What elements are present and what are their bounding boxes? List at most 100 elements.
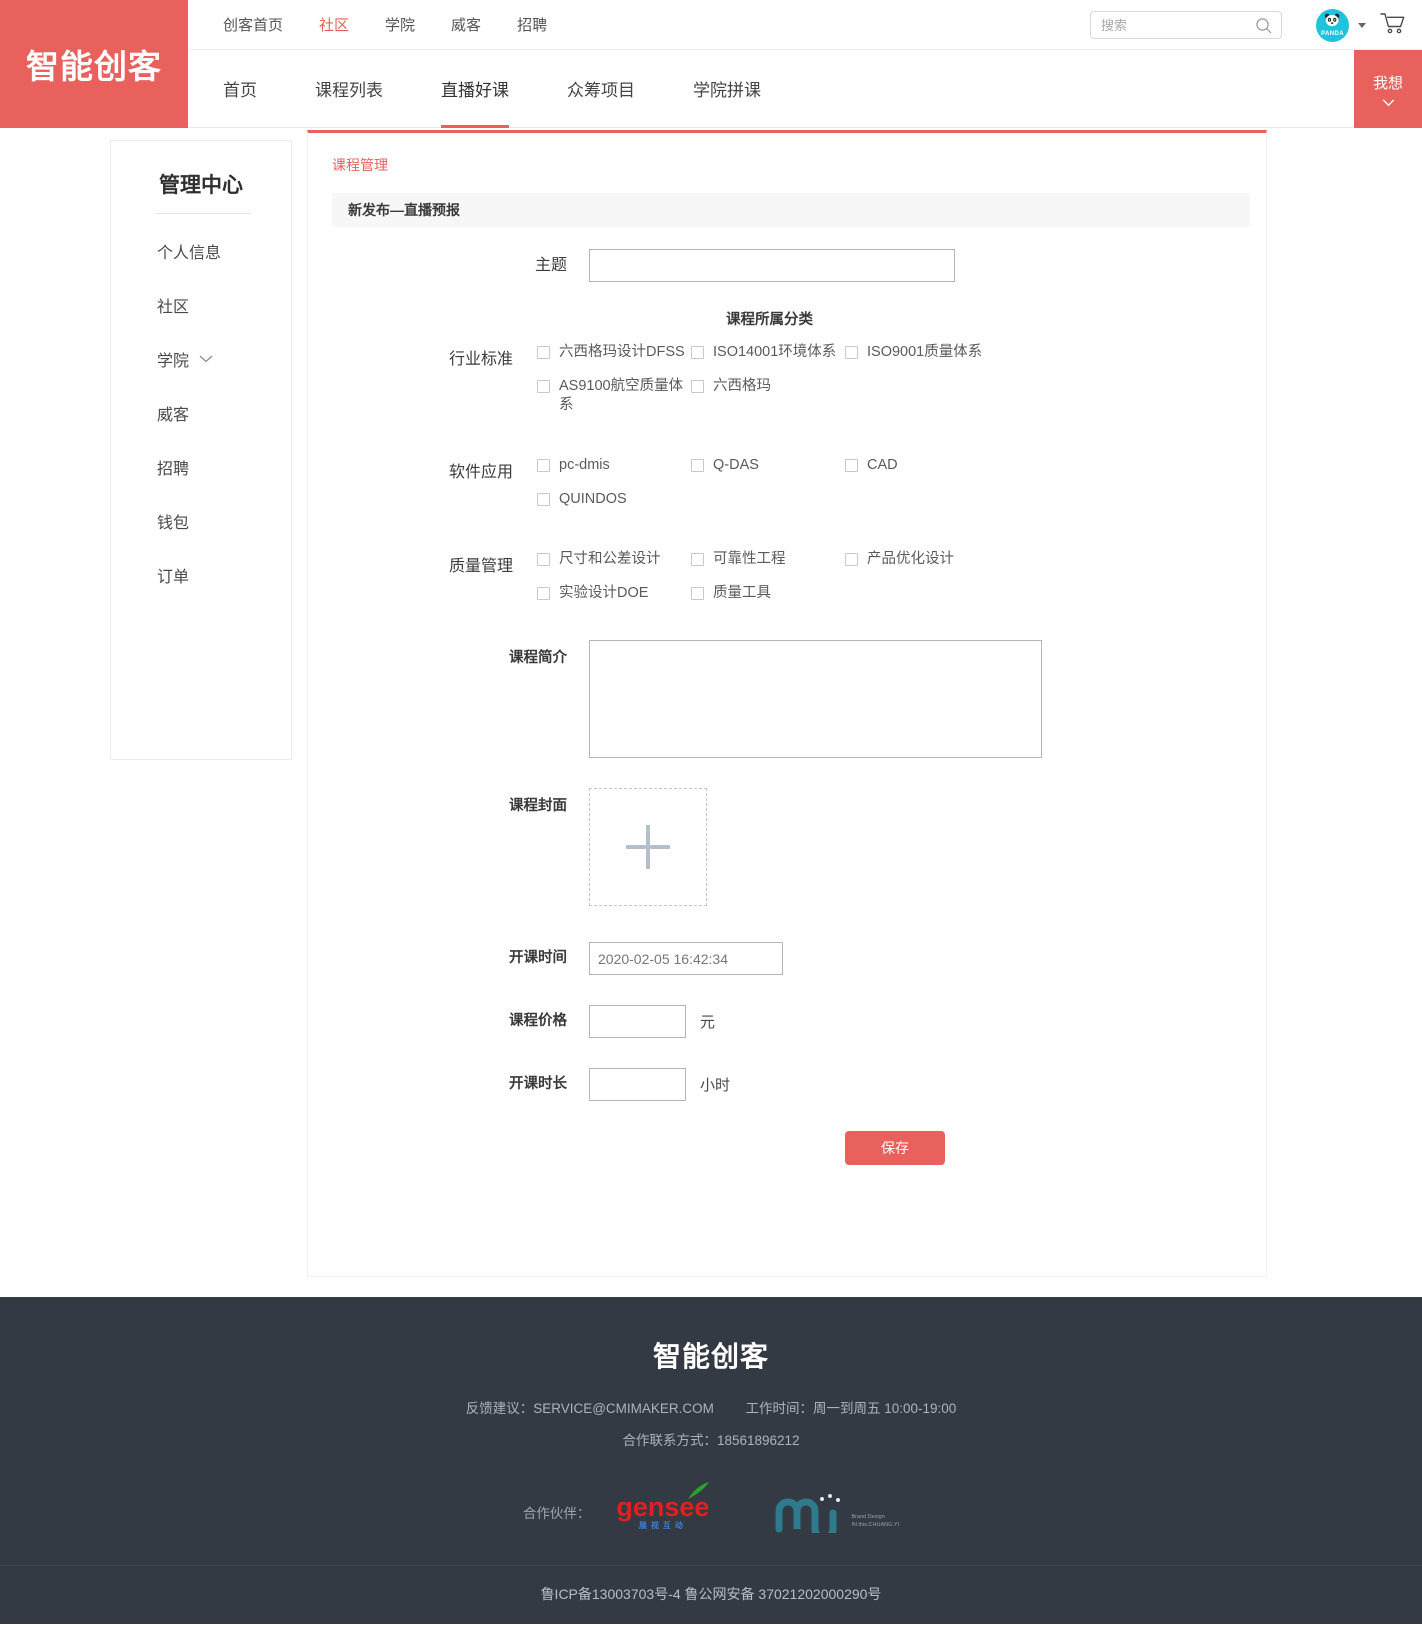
topnav-item-academy[interactable]: 学院: [385, 14, 415, 35]
i-want-label: 我想: [1372, 74, 1403, 92]
logo-text: 智能创客: [26, 48, 162, 85]
checkbox-box[interactable]: [691, 459, 704, 472]
gensee-logo[interactable]: gensee 展视互动: [616, 1482, 710, 1530]
checkbox-item[interactable]: 六西格玛设计DFSS: [537, 343, 691, 362]
checkbox-box[interactable]: [537, 493, 550, 506]
checkbox-box[interactable]: [845, 459, 858, 472]
checkbox-item[interactable]: 质量工具: [691, 584, 845, 603]
checkbox-box[interactable]: [537, 380, 550, 393]
checkbox-box[interactable]: [537, 587, 550, 600]
checkbox-label: CAD: [867, 457, 898, 473]
checkbox-item[interactable]: ISO9001质量体系: [845, 343, 999, 362]
checkbox-label: 尺寸和公差设计: [559, 551, 661, 567]
sidebar-item-wallet[interactable]: 钱包: [111, 494, 291, 548]
mu-mark-icon: [775, 1494, 841, 1533]
sidebar-item-witkey[interactable]: 威客: [111, 386, 291, 440]
intro-textarea[interactable]: [589, 640, 1042, 758]
tab-course-list[interactable]: 课程列表: [315, 50, 383, 128]
checkbox-item[interactable]: ISO14001环境体系: [691, 343, 845, 362]
sidebar-item-label: 个人信息: [157, 245, 222, 262]
checkbox-label: 质量工具: [713, 585, 771, 601]
category-group-label: 行业标准: [448, 351, 513, 368]
checkbox-item[interactable]: 产品优化设计: [845, 550, 999, 569]
checkbox-label: 可靠性工程: [713, 551, 786, 567]
main-navigation: 首页 课程列表 直播好课 众筹项目 学院拼课 我想: [188, 50, 1422, 128]
top-right-actions: PANDA: [1090, 0, 1406, 50]
category-section-title: 课程所属分类: [726, 312, 813, 328]
tab-group-course[interactable]: 学院拼课: [693, 50, 761, 128]
price-input[interactable]: [589, 1005, 686, 1038]
checkbox-item[interactable]: 尺寸和公差设计: [537, 550, 691, 569]
subject-input[interactable]: [589, 249, 955, 282]
sidebar-item-label: 学院: [157, 353, 190, 370]
sidebar-item-community[interactable]: 社区: [111, 278, 291, 332]
cover-upload-area[interactable]: [589, 788, 707, 906]
checkbox-item[interactable]: 可靠性工程: [691, 550, 845, 569]
search-input[interactable]: [1091, 16, 1241, 34]
search-box[interactable]: [1090, 11, 1282, 39]
chevron-down-icon[interactable]: [1358, 22, 1366, 28]
intro-label: 课程简介: [509, 650, 567, 666]
checkbox-box[interactable]: [691, 346, 704, 359]
checkbox-item[interactable]: pc-dmis: [537, 456, 691, 475]
checkbox-box[interactable]: [691, 587, 704, 600]
checkbox-box[interactable]: [845, 553, 858, 566]
checkbox-label: 六西格玛设计DFSS: [559, 344, 685, 360]
price-unit: 元: [700, 1014, 716, 1031]
category-group-industry-standard: 行业标准 六西格玛设计DFSS ISO14001环境体系 ISO9001质量体系: [308, 343, 1266, 430]
sidebar-item-label: 订单: [157, 569, 190, 586]
footer-feedback: 反馈建议：SERVICE@CMIMAKER.COM: [465, 1401, 714, 1416]
save-button[interactable]: 保存: [845, 1131, 945, 1165]
cart-icon[interactable]: [1380, 11, 1406, 40]
sidebar-title: 管理中心: [159, 174, 243, 197]
checkbox-item[interactable]: Q-DAS: [691, 456, 845, 475]
start-time-label: 开课时间: [509, 950, 567, 966]
gensee-subtitle: 展视互动: [638, 1521, 687, 1530]
mu-logo[interactable]: Brand Design IN.this.CHUANG.YI: [773, 1491, 899, 1533]
category-group-software: 软件应用 pc-dmis Q-DAS CAD QUINDOS: [308, 456, 1266, 524]
checkbox-item[interactable]: QUINDOS: [537, 490, 691, 509]
checkbox-box[interactable]: [537, 459, 550, 472]
top-navigation: 创客首页 社区 学院 威客 招聘: [223, 14, 583, 35]
checkbox-label: AS9100航空质量体系: [559, 378, 684, 413]
chevron-down-icon: [1382, 98, 1394, 106]
checkbox-box[interactable]: [537, 346, 550, 359]
topnav-item-recruit[interactable]: 招聘: [517, 14, 547, 35]
checkbox-label: Q-DAS: [713, 457, 759, 473]
duration-input[interactable]: [589, 1068, 686, 1101]
tab-live-courses[interactable]: 直播好课: [441, 50, 509, 128]
tab-crowdfunding[interactable]: 众筹项目: [567, 50, 635, 128]
sidebar-item-academy[interactable]: 学院: [111, 332, 291, 386]
checkbox-box[interactable]: [691, 553, 704, 566]
topnav-item-community[interactable]: 社区: [319, 14, 349, 35]
avatar[interactable]: PANDA: [1316, 8, 1349, 42]
tab-home[interactable]: 首页: [223, 50, 257, 128]
avatar-label: PANDA: [1321, 30, 1344, 37]
sidebar-item-profile[interactable]: 个人信息: [111, 224, 291, 278]
checkbox-box[interactable]: [537, 553, 550, 566]
checkbox-box[interactable]: [691, 380, 704, 393]
checkbox-box[interactable]: [845, 346, 858, 359]
checkbox-label: 产品优化设计: [867, 551, 954, 567]
topnav-item-witkey[interactable]: 威客: [451, 14, 481, 35]
duration-label: 开课时长: [509, 1076, 567, 1092]
sidebar-item-orders[interactable]: 订单: [111, 548, 291, 602]
checkbox-label: 六西格玛: [713, 378, 771, 394]
i-want-button[interactable]: 我想: [1354, 50, 1422, 128]
checkbox-item[interactable]: 六西格玛: [691, 377, 845, 415]
cover-label: 课程封面: [509, 798, 567, 814]
duration-unit: 小时: [700, 1077, 731, 1094]
panda-icon: [1324, 13, 1340, 26]
checkbox-item[interactable]: CAD: [845, 456, 999, 475]
sidebar-divider: [155, 213, 251, 214]
top-bar: 创客首页 社区 学院 威客 招聘 搜索 PANDA: [188, 0, 1422, 50]
site-logo[interactable]: 智能创客: [0, 0, 188, 128]
checkbox-item[interactable]: 实验设计DOE: [537, 584, 691, 603]
breadcrumb[interactable]: 课程管理: [308, 133, 1266, 175]
sidebar-item-recruit[interactable]: 招聘: [111, 440, 291, 494]
start-time-input[interactable]: [589, 942, 783, 975]
subject-label: 主题: [534, 257, 567, 274]
checkbox-item[interactable]: AS9100航空质量体系: [537, 377, 691, 415]
search-icon[interactable]: [1255, 17, 1273, 40]
topnav-item-maker-home[interactable]: 创客首页: [223, 14, 283, 35]
